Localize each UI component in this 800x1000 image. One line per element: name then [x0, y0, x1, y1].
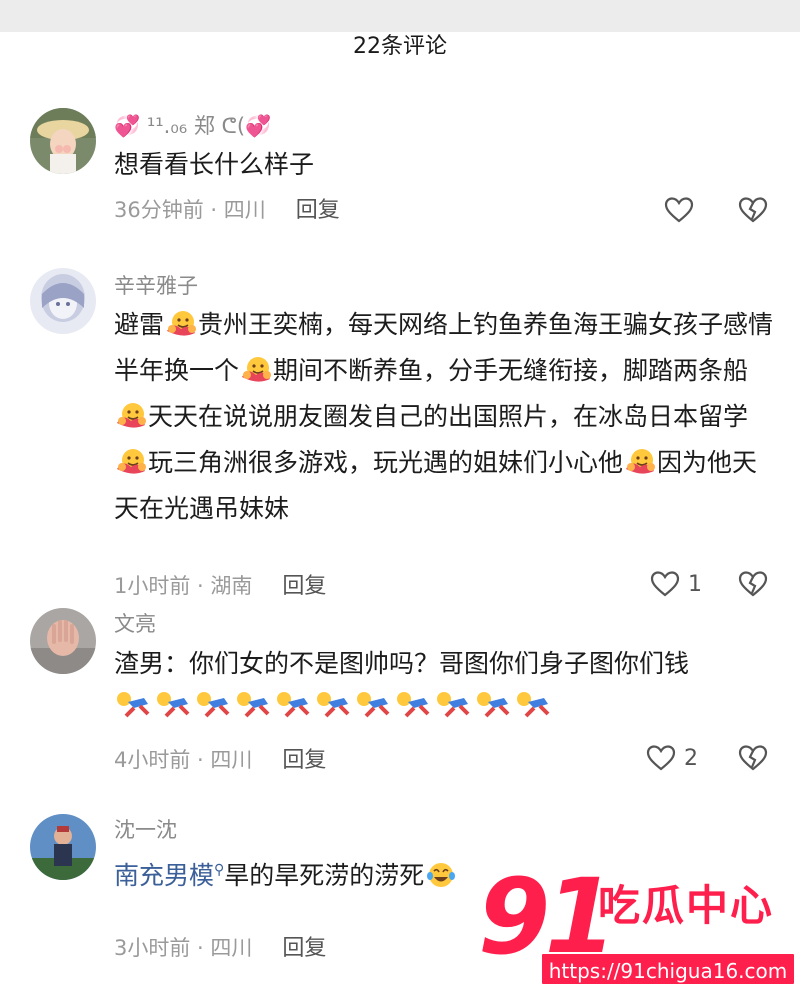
- running-emoji-icon: [514, 690, 552, 718]
- time-location: 36分钟前 · 四川: [114, 198, 266, 222]
- comment-meta: 1小时前 · 湖南 回复: [114, 572, 326, 601]
- broken-heart-icon: [738, 744, 768, 772]
- running-emoji-icon: [234, 690, 272, 718]
- hug-emoji-icon: [624, 447, 656, 477]
- reply-button[interactable]: 回复: [282, 936, 326, 961]
- watermark: 91 吃瓜中心 https://91chigua16.com: [478, 862, 800, 1000]
- crying-laughing-emoji-icon: [425, 860, 457, 890]
- like-count: 1: [688, 571, 702, 597]
- comment-text: 避雷 贵州王奕楠，每天网络上钓鱼养鱼海王骗女孩子感情半年换一个 期间不断养鱼，分手无…: [114, 309, 774, 523]
- dislike-button[interactable]: [738, 744, 768, 772]
- hug-emoji-icon: [240, 355, 272, 385]
- avatar[interactable]: [30, 608, 96, 674]
- like-button[interactable]: 2: [646, 744, 698, 772]
- comment-meta: 3小时前 · 四川 回复: [114, 934, 326, 963]
- username[interactable]: 沈一沈: [114, 816, 177, 844]
- comment-text: 渣男：你们女的不是图帅吗？哥图你们身子图你们钱: [114, 642, 774, 728]
- watermark-name: 吃瓜中心: [598, 881, 775, 930]
- heart-icon: [646, 744, 676, 772]
- running-emoji-icon: [154, 690, 192, 718]
- heart-icon: [664, 196, 694, 224]
- time-location: 4小时前 · 四川: [114, 748, 253, 772]
- hug-emoji-icon: [115, 447, 147, 477]
- dislike-button[interactable]: [738, 570, 768, 598]
- watermark-url: https://91chigua16.com: [540, 952, 796, 986]
- like-button[interactable]: [664, 196, 694, 224]
- username[interactable]: 文亮: [114, 610, 156, 638]
- broken-heart-icon: [738, 196, 768, 224]
- username[interactable]: 💞 ¹¹.₀₆ 郑 ᕦ(💞: [114, 112, 271, 140]
- username[interactable]: 辛辛雅子: [114, 272, 198, 300]
- avatar[interactable]: [30, 108, 96, 174]
- comment-sheet: 22条评论 💞 ¹¹.₀₆ 郑 ᕦ(💞 想看看长什么样子 36分钟前 · 四川回…: [0, 32, 800, 1000]
- running-emoji-icon: [194, 690, 232, 718]
- reply-button[interactable]: 回复: [282, 574, 326, 599]
- comment-meta: 36分钟前 · 四川 回复: [114, 196, 340, 225]
- search-icon: ⚲: [214, 862, 225, 878]
- running-emoji-icon: [354, 690, 392, 718]
- top-strip: [0, 0, 800, 32]
- time-location: 1小时前 · 湖南: [114, 574, 253, 598]
- running-emoji-icon: [394, 690, 432, 718]
- dislike-button[interactable]: [738, 196, 768, 224]
- broken-heart-icon: [738, 570, 768, 598]
- running-emoji-icon: [114, 690, 152, 718]
- running-emoji-icon: [314, 690, 352, 718]
- emoji-row: [114, 688, 774, 728]
- time-location: 3小时前 · 四川: [114, 936, 253, 960]
- like-button[interactable]: 1: [650, 570, 702, 598]
- running-emoji-icon: [274, 690, 312, 718]
- avatar[interactable]: [30, 268, 96, 334]
- running-emoji-icon: [474, 690, 512, 718]
- comment-count-title: 22条评论: [353, 34, 447, 59]
- hug-emoji-icon: [115, 401, 147, 431]
- comment-text: 想看看长什么样子: [114, 150, 315, 179]
- hug-emoji-icon: [165, 309, 197, 339]
- reply-button[interactable]: 回复: [282, 748, 326, 773]
- like-count: 2: [684, 745, 698, 771]
- avatar[interactable]: [30, 814, 96, 880]
- heart-icon: [650, 570, 680, 598]
- reply-button[interactable]: 回复: [296, 198, 340, 223]
- comment-meta: 4小时前 · 四川 回复: [114, 746, 326, 775]
- running-emoji-icon: [434, 690, 472, 718]
- search-link[interactable]: 南充男模: [114, 861, 214, 890]
